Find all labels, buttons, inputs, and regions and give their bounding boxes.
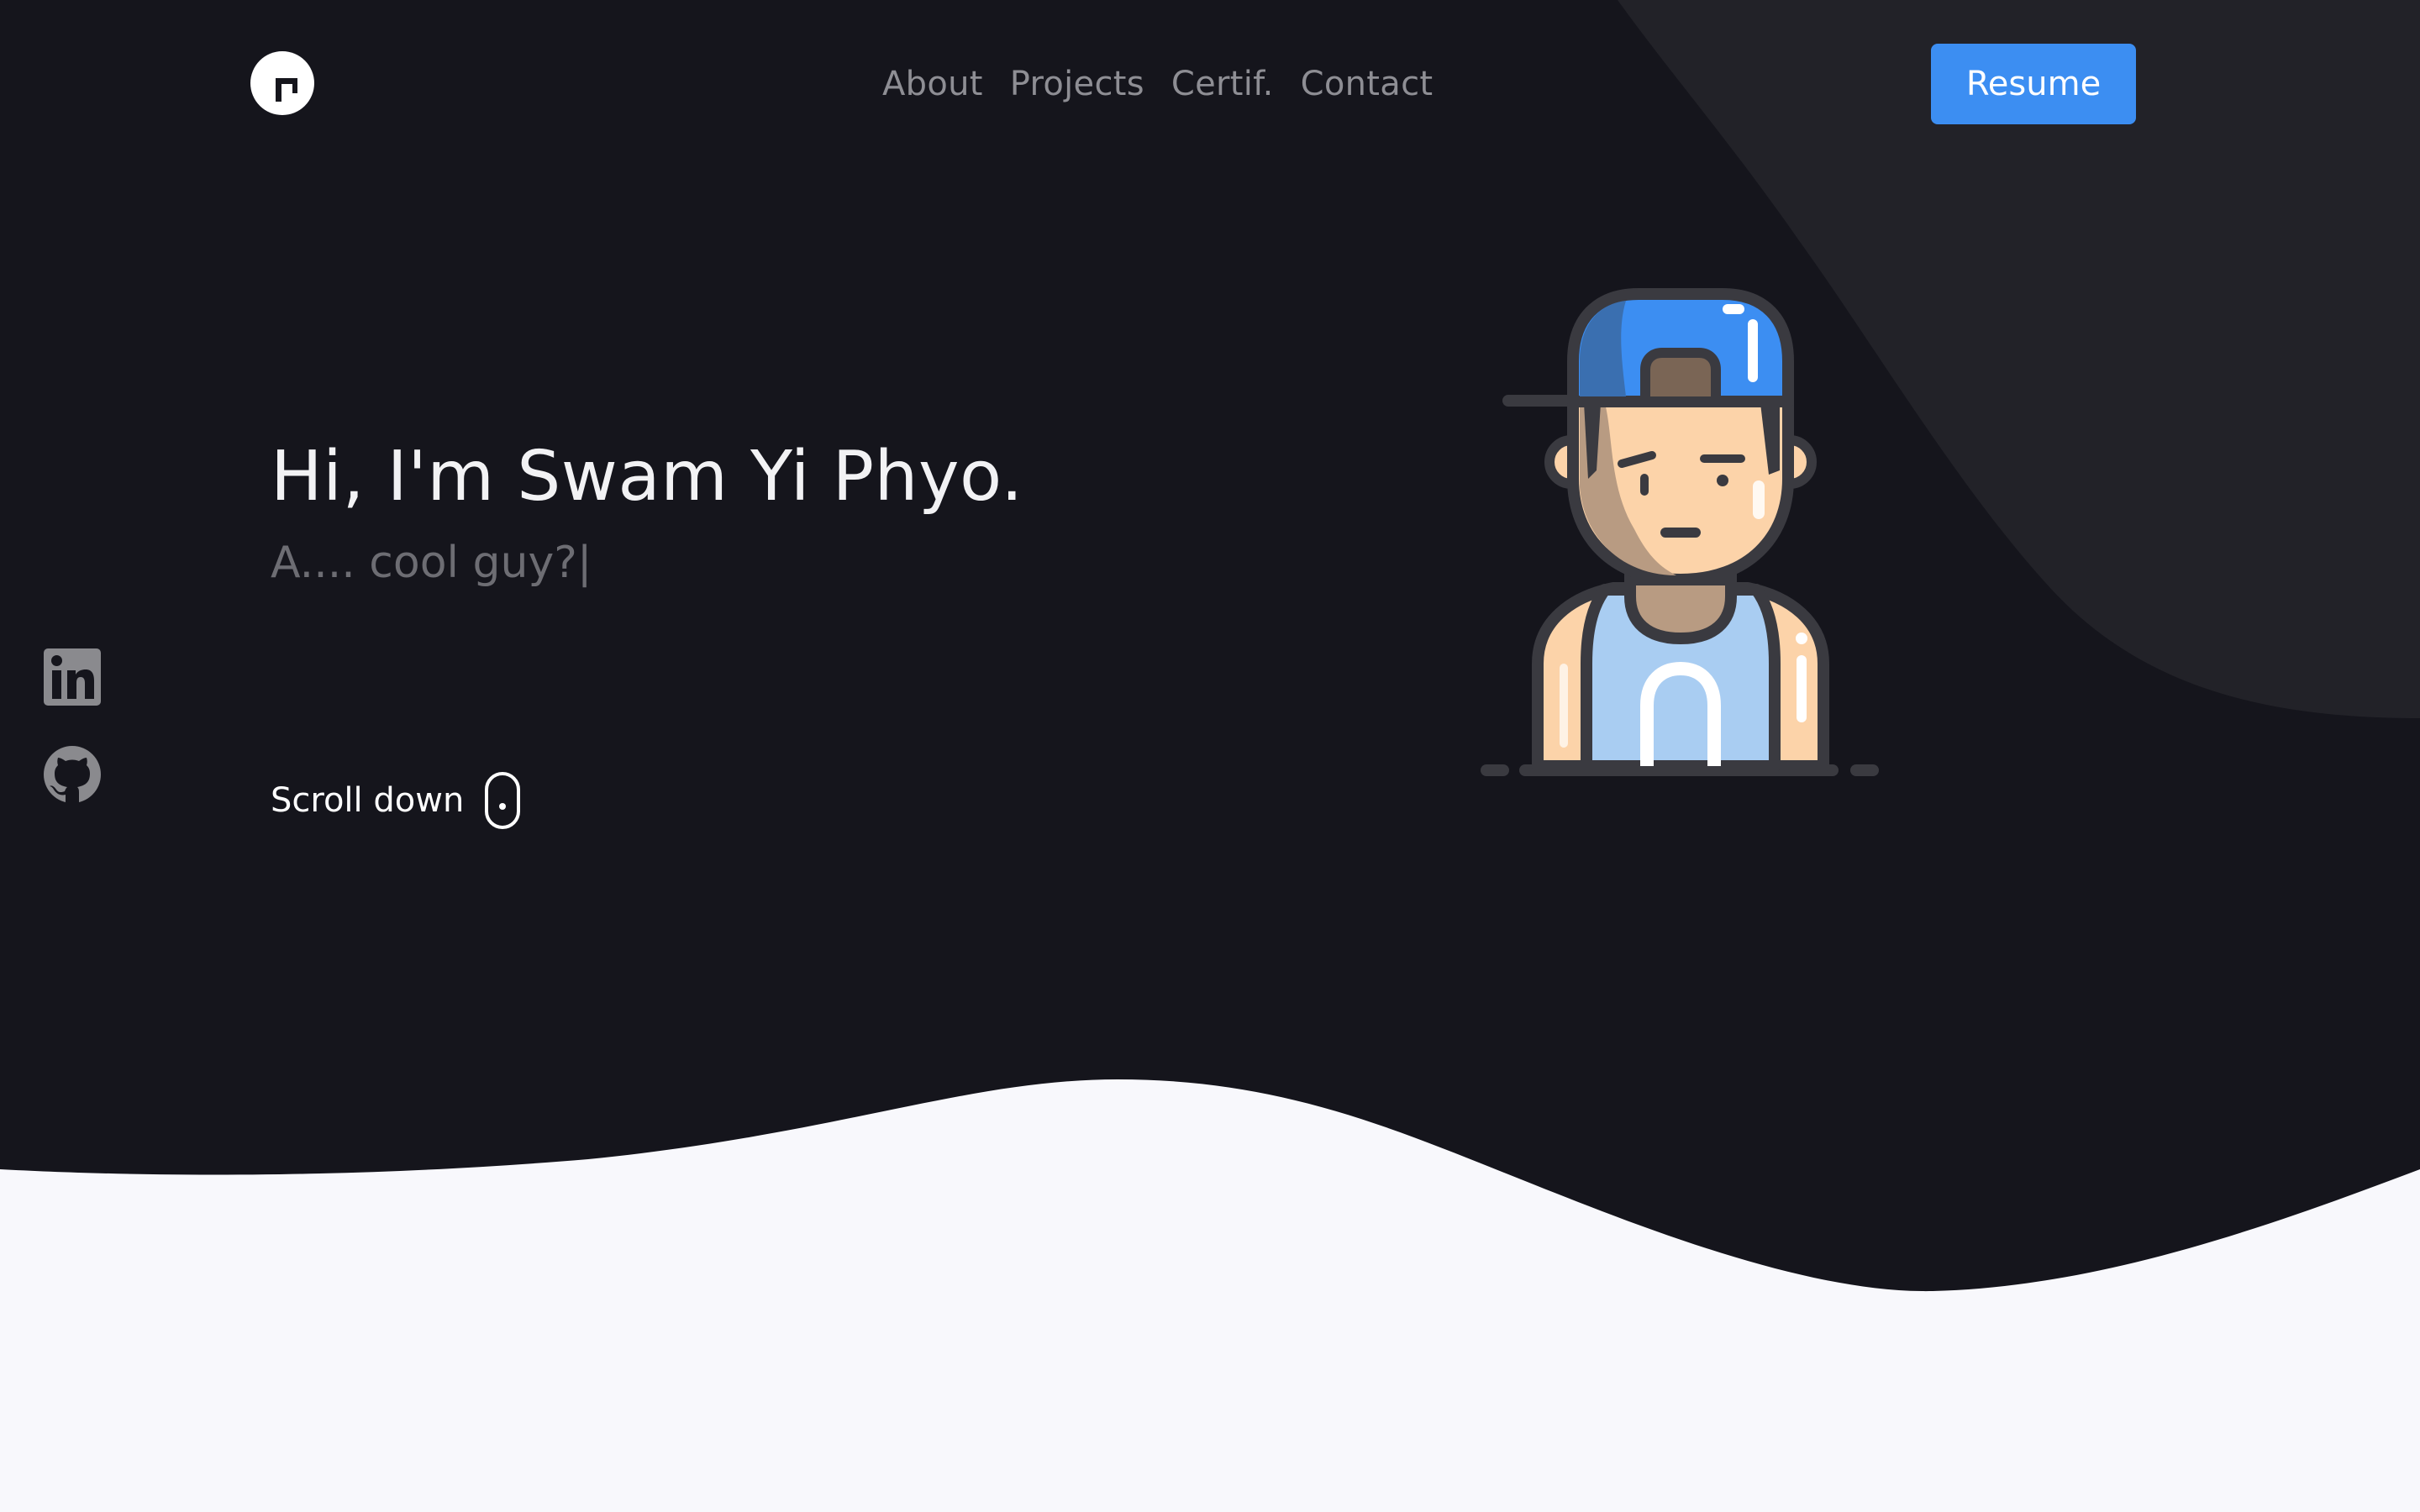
page: About Projects Certif. Contact Resume Hi… (0, 0, 2420, 1512)
linkedin-link[interactable] (42, 647, 103, 707)
resume-button[interactable]: Resume (1931, 44, 2136, 124)
social-links (42, 647, 103, 805)
hero-subtitle: A.... cool guy?| (271, 538, 592, 588)
nav-contact[interactable]: Contact (1301, 65, 1434, 103)
linkedin-icon (44, 648, 101, 706)
bottom-wave (0, 1079, 2420, 1512)
logo-icon[interactable] (250, 51, 314, 115)
mouse-scroll-icon (485, 772, 521, 829)
scroll-down-link[interactable]: Scroll down (271, 771, 521, 830)
background-shapes (0, 0, 2420, 1512)
hero-title: Hi, I'm Swam Yi Phyo. (271, 437, 1023, 517)
main-nav: About Projects Certif. Contact (882, 60, 1433, 108)
nav-certif[interactable]: Certif. (1171, 65, 1274, 103)
nav-projects[interactable]: Projects (1010, 65, 1144, 103)
github-link[interactable] (42, 744, 103, 805)
github-icon (44, 746, 101, 803)
nav-about[interactable]: About (882, 65, 983, 103)
avatar-illustration (1481, 288, 1879, 776)
scroll-down-label: Scroll down (271, 781, 465, 820)
